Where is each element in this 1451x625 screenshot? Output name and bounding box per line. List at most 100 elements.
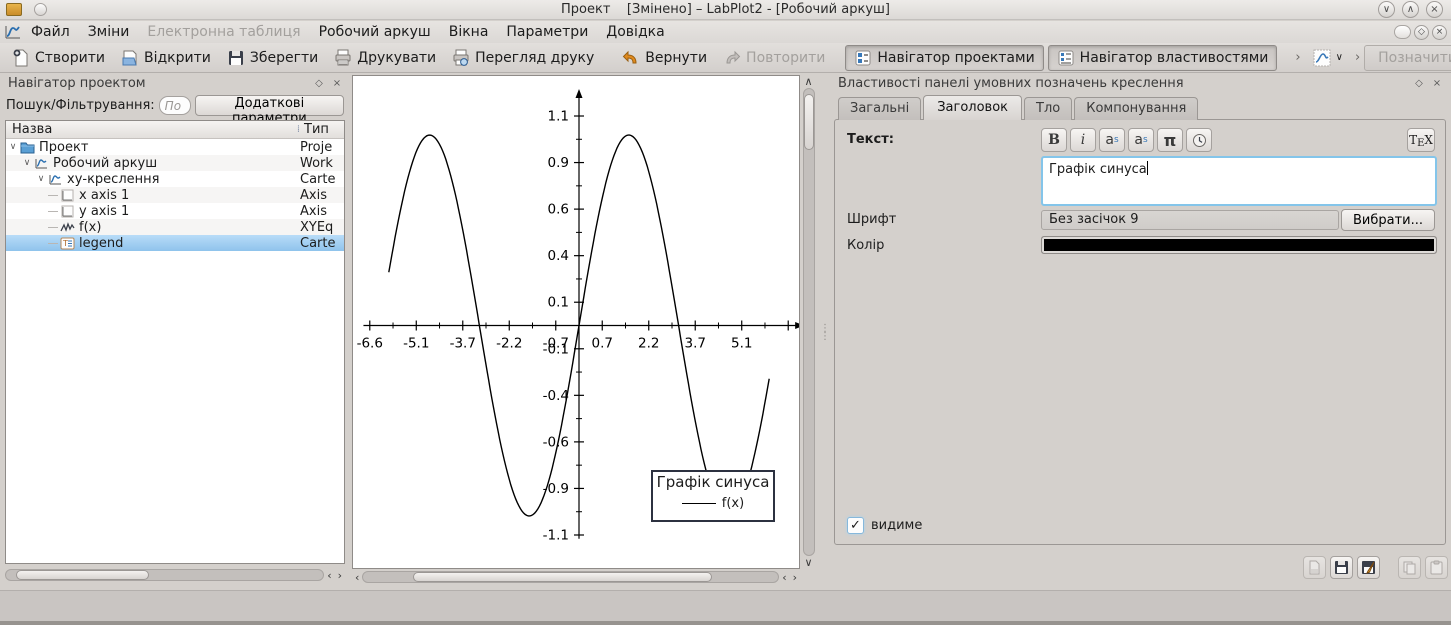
mdi-minimize-icon[interactable] xyxy=(1394,25,1411,39)
legend-icon: T xyxy=(60,237,75,250)
scroll-left-icon[interactable]: ‹ xyxy=(779,571,789,584)
dropdown-chevron-icon[interactable]: ∨ xyxy=(1336,52,1343,63)
toolbar-overflow-chevron[interactable]: › xyxy=(1351,50,1364,65)
svg-text:0.7: 0.7 xyxy=(592,336,613,352)
menu-settings[interactable]: Параметри xyxy=(497,22,597,42)
tab-layout[interactable]: Компонування xyxy=(1074,97,1198,120)
tree-row-x-axis[interactable]: x axis 1 Axis xyxy=(6,187,344,203)
bold-icon[interactable]: B xyxy=(1041,128,1067,152)
toolbar-overflow-chevron[interactable]: › xyxy=(1291,50,1304,65)
title-text-input[interactable]: Графік синуса xyxy=(1041,156,1437,206)
search-input[interactable] xyxy=(159,96,191,115)
print-button[interactable]: Друкувати xyxy=(326,46,444,70)
project-tree: Назва ⁞ Тип ∨ Проект Proje ∨ Робочий арк… xyxy=(5,120,345,564)
open-button[interactable]: Відкрити xyxy=(113,46,219,70)
properties-explorer-icon xyxy=(1057,49,1075,67)
svg-text:-2.2: -2.2 xyxy=(496,336,522,352)
plot-legend[interactable]: Графік синуса f(x) xyxy=(651,470,775,522)
tree-item-type: XYEq xyxy=(300,220,344,235)
select-edit-button-label: Позначити і редагувати xyxy=(1378,50,1451,66)
titlebar: Проект [Змінено] – LabPlot2 - [Робочий а… xyxy=(0,0,1451,20)
subscript-icon[interactable]: as xyxy=(1128,128,1154,152)
dock-float-icon[interactable]: ◇ xyxy=(312,76,326,90)
expander-icon[interactable]: ∨ xyxy=(20,158,34,168)
tree-row-curve[interactable]: f(x) XYEq xyxy=(6,219,344,235)
menu-edit[interactable]: Зміни xyxy=(79,22,139,42)
svg-text:0.9: 0.9 xyxy=(548,155,569,171)
mdi-restore-icon[interactable]: ◇ xyxy=(1414,25,1429,40)
tree-item-label: f(x) xyxy=(79,220,300,235)
save-edit-template-icon[interactable] xyxy=(1357,556,1380,579)
expander-icon[interactable]: ∨ xyxy=(6,142,20,152)
worksheet-view[interactable]: -6.6-5.1-3.7-2.2-0.70.72.23.75.11.10.90.… xyxy=(352,75,800,569)
expander-icon[interactable]: ∨ xyxy=(34,174,48,184)
tree-item-label: y axis 1 xyxy=(79,204,300,219)
superscript-icon[interactable]: as xyxy=(1099,128,1125,152)
tree-connector xyxy=(48,227,58,228)
save-button[interactable]: Зберегти xyxy=(219,46,326,70)
visible-checkbox-label: видиме xyxy=(871,518,922,533)
properties-explorer-toggle[interactable]: Навігатор властивостями xyxy=(1048,45,1278,71)
menu-windows[interactable]: Вікна xyxy=(440,22,498,42)
scroll-down-icon[interactable]: ∨ xyxy=(801,556,815,569)
xy-curve-tool-button[interactable]: ∨ xyxy=(1305,46,1351,70)
svg-text:-1.1: -1.1 xyxy=(543,527,569,543)
scroll-left-icon[interactable]: ‹ xyxy=(324,569,334,582)
menu-help[interactable]: Довідка xyxy=(597,22,673,42)
save-template-icon[interactable] xyxy=(1330,556,1353,579)
tree-item-type: Axis xyxy=(300,204,344,219)
dock-float-icon[interactable]: ◇ xyxy=(1412,76,1426,90)
title-tab-page: Текст: B i as as π TEX Графік синуса Шри… xyxy=(834,119,1446,545)
tab-title[interactable]: Заголовок xyxy=(923,95,1022,120)
italic-icon[interactable]: i xyxy=(1070,128,1096,152)
scroll-left-icon[interactable]: ‹ xyxy=(352,571,362,584)
tree-row-project[interactable]: ∨ Проект Proje xyxy=(6,139,344,155)
worksheet-vscrollbar[interactable]: ∧ ∨ xyxy=(801,75,816,569)
column-header-name[interactable]: Назва xyxy=(6,122,297,137)
project-tree-hscrollbar[interactable]: ‹ › xyxy=(5,568,345,582)
more-options-button[interactable]: Додаткові параметри xyxy=(195,95,344,116)
mdi-close-icon[interactable]: × xyxy=(1432,25,1447,40)
worksheet-hscrollbar[interactable]: ‹ ‹ › xyxy=(352,570,800,584)
window-controls: ∨ ∧ × xyxy=(1378,1,1451,18)
color-swatch-button[interactable] xyxy=(1041,236,1437,254)
tree-row-legend[interactable]: T legend Carte xyxy=(6,235,344,251)
color-label: Колір xyxy=(847,238,884,253)
new-button-label: Створити xyxy=(35,50,105,66)
tree-row-xy-plot[interactable]: ∨ ху-креслення Carte xyxy=(6,171,344,187)
undo-icon xyxy=(622,49,640,67)
maximize-icon[interactable]: ∧ xyxy=(1402,1,1419,18)
undo-button[interactable]: Вернути xyxy=(614,46,715,70)
tex-button[interactable]: TEX xyxy=(1407,128,1435,152)
splitter-handle[interactable]: ⋮⋮ xyxy=(820,325,828,351)
window-title: Проект [Змінено] – LabPlot2 - [Робочий а… xyxy=(0,2,1451,17)
scroll-up-icon[interactable]: ∧ xyxy=(801,75,815,88)
search-filter-row: Пошук/Фільтрування: Додаткові параметри xyxy=(2,95,348,116)
print-preview-button[interactable]: Перегляд друку xyxy=(444,46,602,70)
project-explorer-toggle[interactable]: Навігатор проектами xyxy=(845,45,1043,71)
print-preview-button-label: Перегляд друку xyxy=(475,50,594,66)
close-icon[interactable]: × xyxy=(1426,1,1443,18)
project-explorer-title: Навігатор проектом xyxy=(2,76,312,91)
printer-icon xyxy=(334,49,352,67)
tree-row-y-axis[interactable]: y axis 1 Axis xyxy=(6,203,344,219)
new-button[interactable]: Створити xyxy=(4,46,113,70)
scroll-right-icon[interactable]: › xyxy=(790,571,800,584)
scroll-right-icon[interactable]: › xyxy=(335,569,345,582)
labplot-curve-icon xyxy=(4,23,22,41)
mdi-window-controls: ◇ × xyxy=(1394,25,1451,40)
choose-font-button[interactable]: Вибрати... xyxy=(1341,209,1435,231)
tree-header[interactable]: Назва ⁞ Тип xyxy=(6,121,344,139)
menu-worksheet[interactable]: Робочий аркуш xyxy=(310,22,440,42)
dock-close-icon[interactable]: × xyxy=(1430,76,1444,90)
tab-general[interactable]: Загальні xyxy=(838,97,921,120)
datetime-icon[interactable] xyxy=(1186,128,1212,152)
visible-checkbox[interactable]: ✓ xyxy=(847,517,864,534)
column-header-type[interactable]: Тип xyxy=(300,122,344,137)
dock-close-icon[interactable]: × xyxy=(330,76,344,90)
minimize-icon[interactable]: ∨ xyxy=(1378,1,1395,18)
tab-background[interactable]: Тло xyxy=(1024,97,1072,120)
tree-row-worksheet[interactable]: ∨ Робочий аркуш Work xyxy=(6,155,344,171)
menu-file[interactable]: Файл xyxy=(22,22,79,42)
symbols-icon[interactable]: π xyxy=(1157,128,1183,152)
